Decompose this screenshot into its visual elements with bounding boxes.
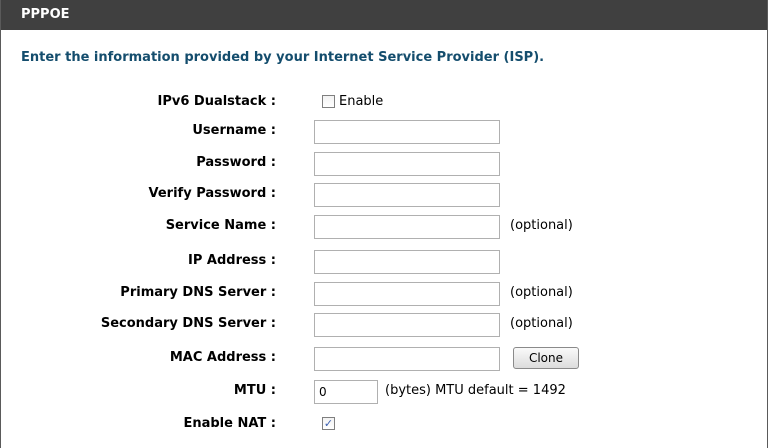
mac-address-input[interactable]: [314, 347, 500, 371]
mac-address-label: MAC Address :: [169, 350, 276, 365]
username-input[interactable]: [314, 120, 500, 144]
password-label: Password :: [196, 155, 276, 170]
verify-password-input[interactable]: [314, 183, 500, 207]
intro-text: Enter the information provided by your I…: [21, 50, 545, 65]
section-header: PPPOE: [1, 0, 767, 30]
password-input[interactable]: [314, 152, 500, 176]
row-username: Username :: [1, 120, 741, 144]
mtu-default-note: (bytes) MTU default = 1492: [385, 383, 566, 398]
row-ip-address: IP Address :: [1, 250, 741, 274]
ip-address-input[interactable]: [314, 250, 500, 274]
row-service-name: Service Name : (optional): [1, 215, 741, 239]
mtu-input[interactable]: [314, 380, 378, 404]
enable-nat-checkbox[interactable]: ✓: [322, 417, 335, 430]
clone-button[interactable]: Clone: [513, 347, 579, 369]
ip-address-label: IP Address :: [188, 253, 276, 268]
mtu-label: MTU :: [233, 383, 276, 398]
service-name-optional-note: (optional): [510, 218, 573, 233]
row-enable-nat: Enable NAT : ✓: [1, 413, 741, 437]
row-secondary-dns: Secondary DNS Server : (optional): [1, 313, 741, 337]
row-mac-address: MAC Address : Clone: [1, 347, 741, 371]
ipv6-dualstack-checkbox[interactable]: [322, 95, 335, 108]
primary-dns-label: Primary DNS Server :: [120, 285, 276, 300]
row-password: Password :: [1, 152, 741, 176]
secondary-dns-label: Secondary DNS Server :: [100, 316, 276, 331]
checkmark-icon: ✓: [323, 417, 334, 430]
verify-password-label: Verify Password :: [148, 186, 277, 201]
ipv6-dualstack-label: IPv6 Dualstack :: [157, 94, 277, 109]
secondary-dns-optional-note: (optional): [510, 316, 573, 331]
pppoe-panel: PPPOE Enter the information provided by …: [0, 0, 768, 448]
enable-nat-label: Enable NAT :: [183, 416, 276, 431]
row-mtu: MTU : (bytes) MTU default = 1492: [1, 380, 741, 404]
primary-dns-input[interactable]: [314, 282, 500, 306]
row-primary-dns: Primary DNS Server : (optional): [1, 282, 741, 306]
row-ipv6-dualstack: IPv6 Dualstack : Enable: [1, 91, 741, 115]
service-name-label: Service Name :: [165, 218, 276, 233]
primary-dns-optional-note: (optional): [510, 285, 573, 300]
ipv6-dualstack-enable-label: Enable: [339, 94, 384, 109]
secondary-dns-input[interactable]: [314, 313, 500, 337]
username-label: Username :: [192, 123, 276, 138]
row-verify-password: Verify Password :: [1, 183, 741, 207]
service-name-input[interactable]: [314, 215, 500, 239]
